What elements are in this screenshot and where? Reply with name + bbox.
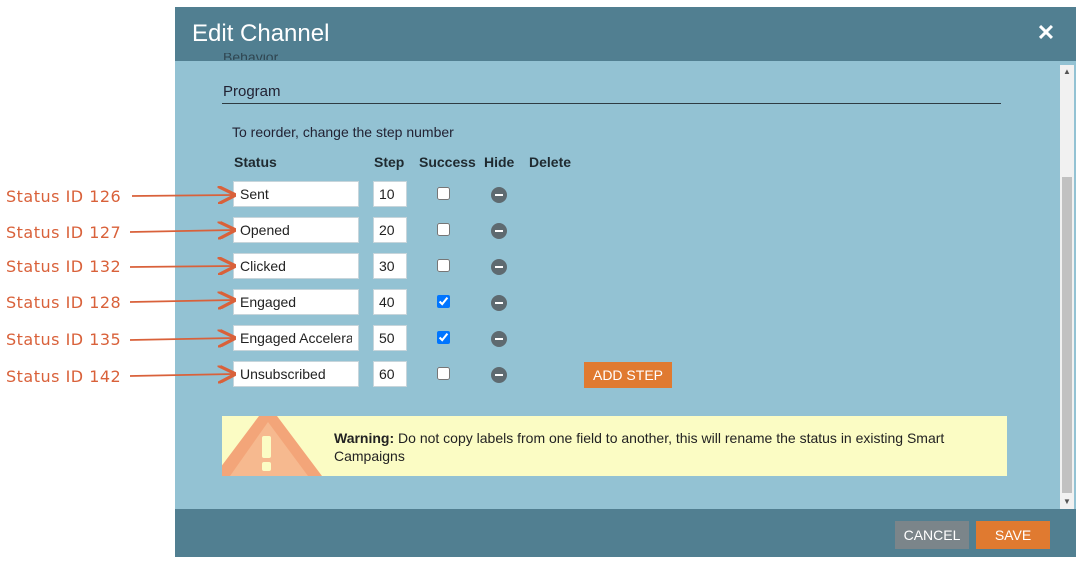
step-input[interactable] — [373, 361, 407, 387]
success-checkbox[interactable] — [437, 331, 450, 344]
edit-channel-modal: Edit Channel ✕ Behavior Program To reord… — [175, 7, 1076, 557]
scrollbar[interactable]: ▲ ▼ — [1060, 65, 1074, 509]
table-row — [175, 253, 775, 281]
scroll-down-icon[interactable]: ▼ — [1060, 497, 1074, 507]
step-input[interactable] — [373, 253, 407, 279]
warning-message: Do not copy labels from one field to ano… — [334, 430, 945, 464]
annotation-status-id-126: Status ID 126 — [6, 187, 122, 206]
column-header-success: Success — [419, 154, 476, 170]
step-input[interactable] — [373, 289, 407, 315]
modal-header: Edit Channel ✕ — [175, 7, 1076, 61]
column-header-hide: Hide — [484, 154, 515, 170]
hide-icon[interactable] — [491, 295, 507, 311]
warning-text: Warning: Do not copy labels from one fie… — [334, 429, 994, 465]
warning-banner: Warning: Do not copy labels from one fie… — [222, 416, 1007, 476]
status-input[interactable] — [233, 181, 359, 207]
status-input[interactable] — [233, 217, 359, 243]
status-input[interactable] — [233, 289, 359, 315]
hide-icon[interactable] — [491, 367, 507, 383]
column-header-status: Status — [234, 154, 277, 170]
table-row — [175, 325, 775, 353]
close-icon[interactable]: ✕ — [1034, 21, 1058, 45]
section-divider — [222, 103, 1001, 104]
table-row — [175, 217, 775, 245]
status-input[interactable] — [233, 361, 359, 387]
column-header-delete: Delete — [529, 154, 572, 170]
table-row — [175, 181, 775, 209]
success-checkbox[interactable] — [437, 223, 450, 236]
scroll-thumb[interactable] — [1062, 177, 1072, 493]
annotation-status-id-127: Status ID 127 — [6, 223, 122, 242]
status-input[interactable] — [233, 325, 359, 351]
hide-icon[interactable] — [491, 331, 507, 347]
add-step-button[interactable]: ADD STEP — [584, 362, 672, 388]
section-title: Program — [223, 83, 281, 100]
warning-label: Warning: — [334, 430, 395, 446]
annotation-status-id-135: Status ID 135 — [6, 330, 122, 349]
save-button[interactable]: SAVE — [976, 521, 1050, 549]
annotation-status-id-142: Status ID 142 — [6, 367, 122, 386]
step-input[interactable] — [373, 325, 407, 351]
table-row — [175, 289, 775, 317]
reorder-hint: To reorder, change the step number — [232, 124, 454, 140]
column-header-step: Step — [374, 154, 405, 170]
modal-title: Edit Channel — [192, 20, 330, 47]
success-checkbox[interactable] — [437, 259, 450, 272]
success-checkbox[interactable] — [437, 367, 450, 380]
hide-icon[interactable] — [491, 223, 507, 239]
cut-off-label: Behavior — [223, 53, 278, 60]
hide-icon[interactable] — [491, 259, 507, 275]
status-input[interactable] — [233, 253, 359, 279]
modal-footer: CANCEL SAVE — [175, 509, 1076, 557]
cancel-button[interactable]: CANCEL — [895, 521, 969, 549]
warning-icon — [222, 416, 322, 476]
table-row — [175, 361, 775, 389]
scroll-up-icon[interactable]: ▲ — [1060, 67, 1074, 77]
step-input[interactable] — [373, 217, 407, 243]
annotation-status-id-128: Status ID 128 — [6, 293, 122, 312]
success-checkbox[interactable] — [437, 295, 450, 308]
step-input[interactable] — [373, 181, 407, 207]
success-checkbox[interactable] — [437, 187, 450, 200]
annotation-status-id-132: Status ID 132 — [6, 257, 122, 276]
hide-icon[interactable] — [491, 187, 507, 203]
